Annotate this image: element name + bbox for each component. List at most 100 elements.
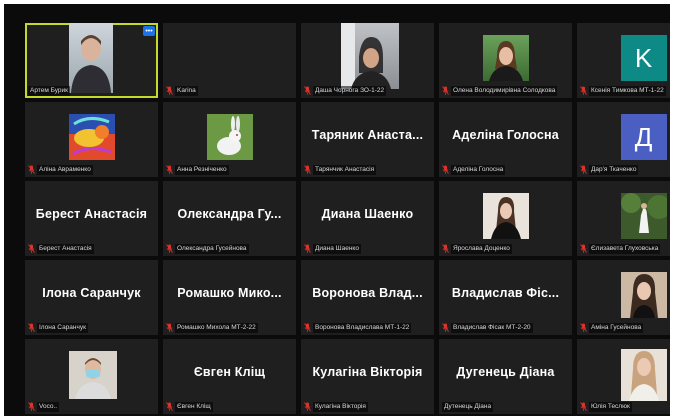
avatar-photo (207, 114, 253, 160)
participant-name-label: Берест Анастасія (28, 243, 156, 254)
participant-tile[interactable]: Воронова Влад... Воронова Владислава МТ-1… (301, 260, 434, 335)
participant-tile[interactable]: Дугенець Діана Дутенець Діана (439, 339, 572, 414)
muted-mic-icon (442, 244, 449, 253)
participant-tile[interactable]: Юлія Теслюк (577, 339, 670, 414)
muted-mic-icon (28, 165, 35, 174)
participant-tile[interactable]: Олександра Гу... Олександра Гусейнова (163, 181, 296, 256)
participant-display-name: Ромашко Мико... (177, 286, 282, 300)
participant-name-label: Євген Кліщ (166, 401, 294, 412)
participant-name: Аліна Авраменко (37, 164, 93, 175)
participant-tile[interactable]: Кулагіна Вікторія Кулагіна Вікторія (301, 339, 434, 414)
participant-name-label: Олександра Гусейнова (166, 243, 294, 254)
participant-name: Аделіна Голосна (451, 164, 506, 175)
participant-tile[interactable]: Ярослава Доценко (439, 181, 572, 256)
participant-name-label: Voco.. (28, 401, 156, 412)
avatar-photo (69, 114, 115, 160)
participant-name: Диана Шаенко (313, 243, 361, 254)
muted-mic-icon (166, 323, 173, 332)
participant-display-name: Диана Шаенко (321, 207, 414, 221)
muted-mic-icon (166, 244, 173, 253)
participant-name-label: Артем Бурик (28, 85, 156, 96)
participant-display-name: Євген Кліщ (193, 365, 266, 379)
participant-name: Дутенець Діана (442, 401, 494, 412)
participant-display-name: Олександра Гу... (177, 207, 282, 221)
more-options-button[interactable]: ••• (143, 26, 155, 36)
participant-name: Кулагіна Вікторія (313, 401, 368, 412)
muted-mic-icon (304, 165, 311, 174)
participant-tile[interactable]: Олена Володимирівна Солодкова (439, 23, 572, 98)
participant-name-label: Ромашко Михола МТ-2-22 (166, 322, 294, 333)
participant-tile[interactable]: Ромашко Мико... Ромашко Михола МТ-2-22 (163, 260, 296, 335)
participant-name-label: Ксенія Тимкова МТ-1-22 (580, 85, 670, 96)
participant-name-label: Аміна Гусейнова (580, 322, 670, 333)
participant-tile[interactable]: Таряник Анаста... Тарянчик Анастасія (301, 102, 434, 177)
participant-name: Анна Резніченко (175, 164, 229, 175)
participant-tile[interactable]: Аделіна Голосна Аделіна Голосна (439, 102, 572, 177)
participant-name: Voco.. (37, 401, 60, 412)
participant-name: Даша Чорнога ЗО-1-22 (313, 85, 387, 96)
participant-tile[interactable]: Аліна Авраменко (25, 102, 158, 177)
participant-name-label: Дар'я Ткаченко (580, 164, 670, 175)
participant-name-label: Єлизавета Глуховська (580, 243, 670, 254)
participant-tile[interactable]: Анна Резніченко (163, 102, 296, 177)
avatar-initial: K (620, 35, 667, 81)
muted-mic-icon (28, 402, 35, 411)
participant-name: Єлизавета Глуховська (589, 243, 661, 254)
muted-mic-icon (442, 323, 449, 332)
participant-display-name: Дугенець Діана (456, 365, 555, 379)
participant-name-label: Юлія Теслюк (580, 401, 670, 412)
participant-display-name: Ілона Саранчук (42, 286, 141, 300)
participant-tile[interactable]: Євген Кліщ Євген Кліщ (163, 339, 296, 414)
participant-tile[interactable]: Даша Чорнога ЗО-1-22 (301, 23, 434, 98)
participant-name: Євген Кліщ (175, 401, 213, 412)
participant-name-label: Кулагіна Вікторія (304, 401, 432, 412)
muted-mic-icon (442, 86, 449, 95)
video-call-gallery: ••• Артем Бурик Karina Даша Чорнога ЗО-1-22… (4, 4, 670, 416)
muted-mic-icon (580, 86, 587, 95)
participant-tile[interactable]: Диана Шаенко Диана Шаенко (301, 181, 434, 256)
participant-tile[interactable]: Ілона Саранчук Ілона Саранчук (25, 260, 158, 335)
muted-mic-icon (28, 323, 35, 332)
participant-name: Ксенія Тимкова МТ-1-22 (589, 85, 666, 96)
participant-name: Юлія Теслюк (589, 401, 632, 412)
avatar-photo (341, 23, 399, 89)
participant-name: Олена Володимирівна Солодкова (451, 85, 558, 96)
participant-name-label: Диана Шаенко (304, 243, 432, 254)
participant-name-label: Karina (166, 85, 294, 96)
avatar-photo (483, 35, 529, 81)
participant-name: Ромашко Михола МТ-2-22 (175, 322, 258, 333)
participant-display-name: Берест Анастасія (35, 207, 148, 221)
participant-tile[interactable]: Voco.. (25, 339, 158, 414)
participant-name-label: Олена Володимирівна Солодкова (442, 85, 570, 96)
muted-mic-icon (304, 86, 311, 95)
muted-mic-icon (304, 323, 311, 332)
participant-tile[interactable]: Берест Анастасія Берест Анастасія (25, 181, 158, 256)
participant-tile[interactable]: Аміна Гусейнова (577, 260, 670, 335)
participant-tile[interactable]: Владислав Фіс... Владислав Фісак МТ-2-20 (439, 260, 572, 335)
participant-tile[interactable]: Karina (163, 23, 296, 98)
participant-display-name: Таряник Анаста... (311, 128, 424, 142)
participant-tile[interactable]: Єлизавета Глуховська (577, 181, 670, 256)
participant-display-name: Воронова Влад... (312, 286, 423, 300)
participant-tile[interactable]: Д Дар'я Ткаченко (577, 102, 670, 177)
participant-name: Дар'я Ткаченко (589, 164, 639, 175)
participant-tile[interactable]: ••• Артем Бурик (25, 23, 158, 98)
participant-name-label: Аделіна Голосна (442, 164, 570, 175)
participant-name: Олександра Гусейнова (175, 243, 249, 254)
avatar-photo (621, 193, 667, 239)
muted-mic-icon (166, 86, 173, 95)
participant-name-label: Ярослава Доценко (442, 243, 570, 254)
muted-mic-icon (304, 244, 311, 253)
avatar-photo (621, 349, 667, 401)
participant-tile[interactable]: K Ксенія Тимкова МТ-1-22 (577, 23, 670, 98)
muted-mic-icon (166, 402, 173, 411)
avatar-photo (69, 351, 117, 399)
participant-display-name: Владислав Фіс... (451, 286, 560, 300)
muted-mic-icon (580, 323, 587, 332)
avatar-photo (69, 23, 113, 93)
participant-display-name: Кулагіна Вікторія (312, 365, 423, 379)
participant-name-label: Тарянчик Анастасія (304, 164, 432, 175)
participant-name-label: Владислав Фісак МТ-2-20 (442, 322, 570, 333)
participant-name: Владислав Фісак МТ-2-20 (451, 322, 533, 333)
participant-display-name: Аделіна Голосна (452, 128, 559, 142)
